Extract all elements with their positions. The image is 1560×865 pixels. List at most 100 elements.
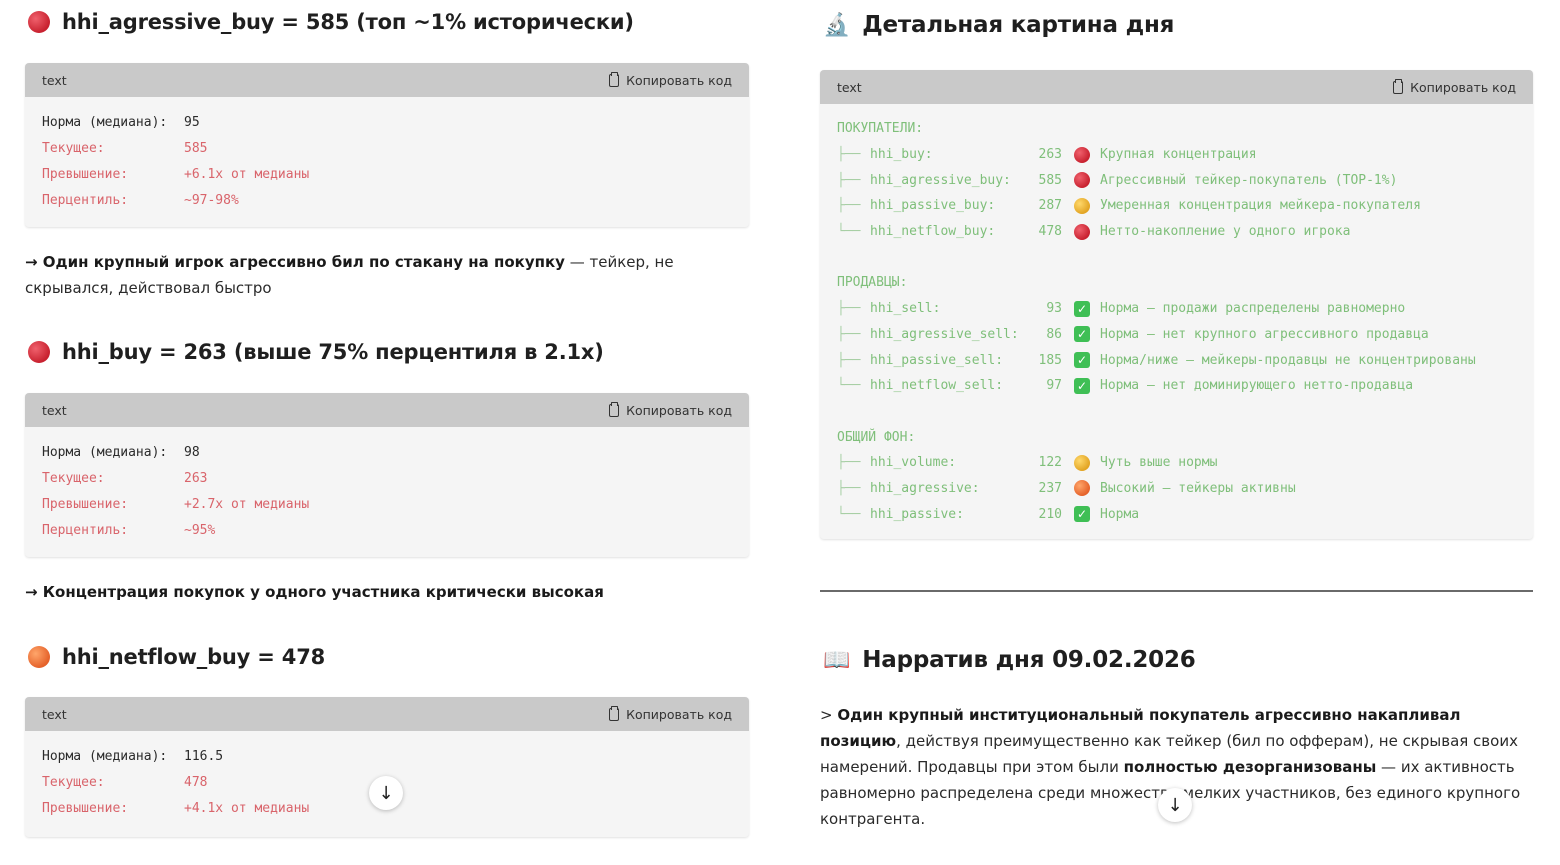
- metric-name: hhi_netflow_buy:: [870, 224, 996, 240]
- metric-name: hhi_passive:: [870, 506, 964, 522]
- check-mark-icon: ✓: [1074, 300, 1090, 317]
- code-key: Превышение:: [42, 166, 129, 182]
- check-mark-icon: ✓: [1074, 377, 1090, 394]
- tree-row: ├── hhi_sell: 93 ✓ Норма — продажи распредел…: [837, 296, 1516, 322]
- analysis-note-bold: → Один крупный игрок агрессивно бил по с…: [25, 253, 565, 271]
- divider: [820, 590, 1533, 592]
- metric-description: Нетто-накопление у одного игрока: [1100, 224, 1351, 240]
- yellow-circle-icon: [1074, 197, 1090, 214]
- metric-description: Высокий — тейкеры активны: [1100, 480, 1296, 496]
- code-language-label: text: [42, 706, 67, 722]
- tree-row: └── hhi_passive: 210 ✓ Норма: [837, 501, 1516, 527]
- metric-value: 478: [1038, 224, 1062, 240]
- metric-value: 287: [1038, 198, 1062, 214]
- metric-description: Крупная концентрация: [1100, 147, 1257, 163]
- tree-branch: ├──: [837, 352, 861, 368]
- tree-row: ├── hhi_agressive: 237 Высокий — тейкеры ак…: [837, 476, 1516, 502]
- arrow-down-icon: ↓: [1167, 794, 1183, 816]
- code-key: Текущее:: [42, 470, 105, 486]
- metric-description: Чуть выше нормы: [1100, 455, 1218, 471]
- clipboard-icon: [1393, 78, 1404, 94]
- red-circle-icon: [1074, 146, 1090, 163]
- code-key: Текущее:: [42, 140, 105, 156]
- metric-description: Норма: [1100, 506, 1140, 522]
- check-mark-icon: ✓: [1074, 326, 1090, 343]
- code-line: Текущее: 263: [42, 465, 732, 491]
- arrow-down-icon: ↓: [378, 782, 394, 804]
- code-key: Норма (медиана):: [42, 444, 168, 460]
- tree-row: └── hhi_netflow_buy: 478 Нетто-накопление у…: [837, 219, 1516, 245]
- orange-circle-icon: [1074, 480, 1090, 497]
- code-line: Перцентиль: ~97-98%: [42, 187, 732, 213]
- code-block: text Копировать код Норма (медиана): 98 Т…: [25, 393, 749, 557]
- metric-value: 122: [1038, 455, 1062, 471]
- tree-row: ├── hhi_passive_sell: 185 ✓ Норма/ниже — мей…: [837, 347, 1516, 373]
- metric-description: Умеренная концентрация мейкера-покупател…: [1100, 198, 1421, 214]
- clipboard-icon: [609, 401, 620, 417]
- clipboard-icon: [609, 71, 620, 87]
- metric-value: 237: [1038, 480, 1062, 496]
- tree-branch: ├──: [837, 147, 861, 163]
- quote-marker: >: [820, 706, 838, 724]
- copy-code-button[interactable]: Копировать код: [609, 401, 732, 418]
- tree-row: ├── hhi_volume: 122 Чуть выше нормы: [837, 450, 1516, 476]
- tree-branch: └──: [837, 378, 861, 394]
- section-heading-text: Детальная картина дня: [862, 12, 1175, 38]
- code-line: Перцентиль: ~95%: [42, 517, 732, 543]
- analysis-note: → Концентрация покупок у одного участник…: [25, 579, 749, 605]
- metric-value: 263: [1038, 147, 1062, 163]
- copy-code-label: Копировать код: [626, 706, 732, 722]
- code-line: Норма (медиана): 116.5: [42, 743, 732, 769]
- code-content: Норма (медиана): 95 Текущее: 585 Превышени…: [25, 97, 749, 225]
- code-key: Перцентиль:: [42, 192, 129, 208]
- metric-value: 585: [1038, 172, 1062, 188]
- scroll-down-button[interactable]: ↓: [1158, 788, 1192, 822]
- tree-branch: ├──: [837, 480, 861, 496]
- metric-name: hhi_passive_sell:: [870, 352, 1004, 368]
- yellow-circle-icon: [1074, 454, 1090, 471]
- metric-description: Норма/ниже — мейкеры-продавцы не концент…: [1100, 352, 1476, 368]
- red-circle-icon: [28, 11, 50, 33]
- code-language-label: text: [837, 79, 862, 95]
- scroll-down-button[interactable]: ↓: [369, 776, 403, 810]
- metric-name: hhi_passive_buy:: [870, 198, 996, 214]
- copy-code-button[interactable]: Копировать код: [609, 705, 732, 722]
- narrative-bold-2: полностью дезорганизованы: [1123, 758, 1377, 776]
- metric-name: hhi_buy:: [870, 147, 933, 163]
- code-block: text Копировать код Норма (медиана): 95 Т…: [25, 63, 749, 227]
- tree-row: ├── hhi_passive_buy: 287 Умеренная концентр…: [837, 193, 1516, 219]
- metric-heading-text: hhi_buy = 263 (выше 75% перцентиля в 2.1…: [62, 340, 604, 364]
- tree-branch: ├──: [837, 326, 861, 342]
- metric-heading: hhi_buy = 263 (выше 75% перцентиля в 2.1…: [28, 340, 604, 364]
- code-value: 478: [184, 774, 208, 790]
- check-mark-icon: ✓: [1074, 352, 1090, 369]
- tree-content: ПОКУПАТЕЛИ: ├── hhi_buy: 263 Крупная концент…: [820, 104, 1533, 539]
- check-mark-icon: ✓: [1074, 506, 1090, 523]
- code-block-header: text Копировать код: [25, 393, 749, 427]
- red-circle-icon: [28, 341, 50, 363]
- metric-name: hhi_volume:: [870, 455, 957, 471]
- metric-value: 210: [1038, 506, 1062, 522]
- code-key: Норма (медиана):: [42, 748, 168, 764]
- code-line: Превышение: +2.7x от медианы: [42, 491, 732, 517]
- copy-code-button[interactable]: Копировать код: [609, 71, 732, 88]
- red-circle-icon: [1074, 172, 1090, 189]
- tree-branch: └──: [837, 224, 861, 240]
- tree-branch: └──: [837, 506, 861, 522]
- code-block-header: text Копировать код: [820, 70, 1533, 104]
- copy-code-button[interactable]: Копировать код: [1393, 78, 1516, 95]
- code-value: 98: [184, 444, 200, 460]
- code-language-label: text: [42, 402, 67, 418]
- code-key: Перцентиль:: [42, 522, 129, 538]
- code-key: Норма (медиана):: [42, 114, 168, 130]
- code-value: ~97-98%: [184, 192, 239, 208]
- code-line: Текущее: 585: [42, 135, 732, 161]
- metric-value: 93: [1046, 301, 1062, 317]
- tree-row: ├── hhi_buy: 263 Крупная концентрация: [837, 142, 1516, 168]
- tree-branch: ├──: [837, 172, 861, 188]
- metric-heading: hhi_agressive_buy = 585 (топ ~1% историч…: [28, 10, 634, 34]
- copy-code-label: Копировать код: [626, 72, 732, 88]
- code-value: +6.1x от медианы: [184, 166, 310, 182]
